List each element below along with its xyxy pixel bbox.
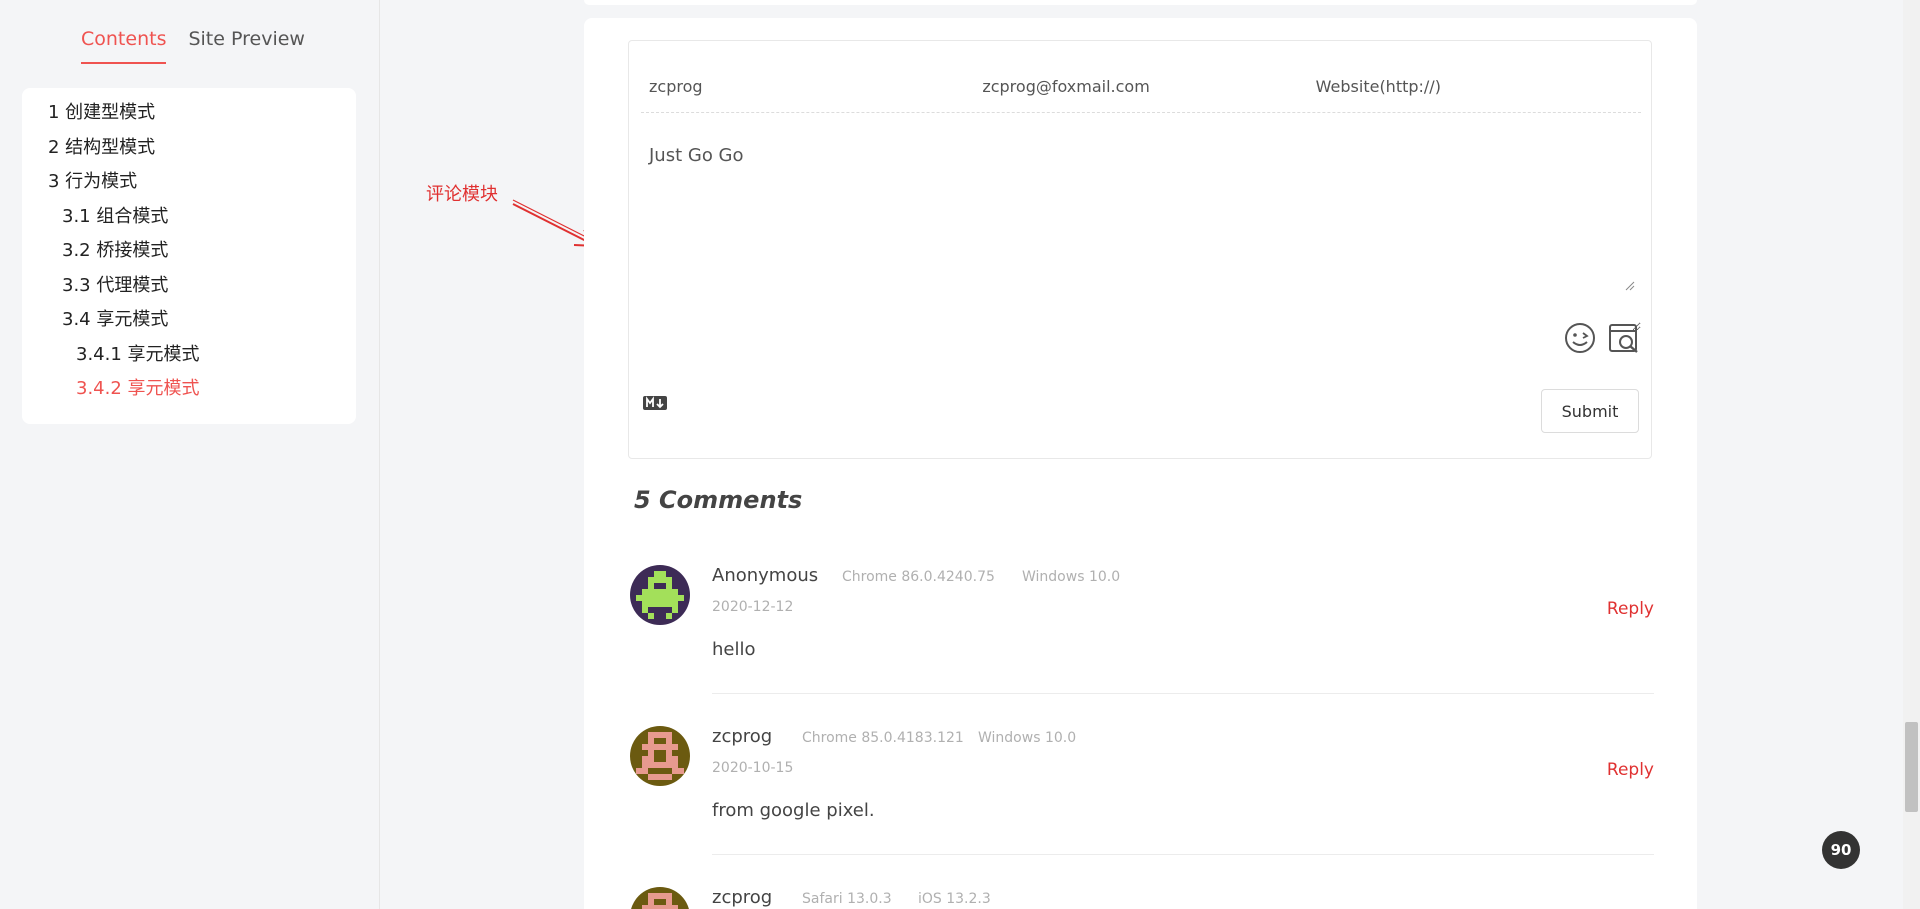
toc-item[interactable]: 3.4.1 享元模式 (22, 338, 356, 373)
comment-content: hello (712, 639, 756, 660)
form-inputs-row (641, 61, 1641, 113)
comment-date: 2020-12-12 (712, 599, 794, 615)
comment-os: Windows 10.0 (978, 730, 1077, 746)
comment-nick: zcprog (712, 887, 773, 908)
comment-browser: Safari 13.0.3 (802, 891, 892, 907)
comment-textarea[interactable]: Just Go Go (641, 131, 1641, 331)
annotation-label: 评论模块 (426, 184, 498, 205)
tab-site-preview[interactable]: Site Preview (188, 28, 304, 64)
comment-item: zcprog Safari 13.0.3 iOS 13.2.3 (630, 887, 1654, 909)
preview-icon[interactable] (1607, 321, 1641, 355)
post-card-bottom (584, 0, 1697, 5)
email-input[interactable] (974, 61, 1308, 112)
comment-item: zcprog Chrome 85.0.4183.121 Windows 10.0… (630, 726, 1654, 856)
tab-contents[interactable]: Contents (81, 28, 167, 64)
sidebar-tabs: Contents Site Preview (81, 28, 327, 64)
emoji-icon[interactable] (1563, 321, 1597, 355)
comment-browser: Chrome 86.0.4240.75 (842, 569, 995, 585)
comment-date: 2020-10-15 (712, 760, 794, 776)
toc-list: 1 创建型模式 2 结构型模式 3 行为模式 3.1 组合模式 3.2 桥接模式… (22, 88, 356, 424)
comment-item: Anonymous Chrome 86.0.4240.75 Windows 10… (630, 565, 1654, 695)
reply-link[interactable]: Reply (1607, 599, 1654, 619)
markdown-icon[interactable] (643, 395, 667, 411)
avatar (630, 565, 690, 625)
toc-item[interactable]: 1 创建型模式 (22, 96, 356, 131)
toc-item[interactable]: 3.4 享元模式 (22, 303, 356, 338)
toc-item[interactable]: 2 结构型模式 (22, 131, 356, 166)
sidebar: Contents Site Preview 1 创建型模式 2 结构型模式 3 … (0, 0, 380, 909)
resize-handle-icon[interactable] (1625, 281, 1635, 291)
avatar (630, 726, 690, 786)
toc-item[interactable]: 3.2 桥接模式 (22, 234, 356, 269)
website-input[interactable] (1307, 61, 1641, 112)
toc-item[interactable]: 3 行为模式 (22, 165, 356, 200)
reply-link[interactable]: Reply (1607, 760, 1654, 780)
avatar (630, 887, 690, 909)
scrollbar-thumb[interactable] (1905, 722, 1918, 812)
comment-form: Just Go Go Submit (628, 40, 1652, 459)
toc-item[interactable]: 3.1 组合模式 (22, 200, 356, 235)
toc-item-active[interactable]: 3.4.2 享元模式 (22, 372, 356, 407)
submit-button[interactable]: Submit (1541, 389, 1639, 433)
comment-browser: Chrome 85.0.4183.121 (802, 730, 964, 746)
comment-os: Windows 10.0 (1022, 569, 1121, 585)
comment-os: iOS 13.2.3 (918, 891, 991, 907)
reading-progress-badge[interactable]: 90 (1822, 831, 1860, 869)
comment-divider (712, 854, 1654, 855)
comment-nick: zcprog (712, 726, 773, 747)
comment-content: from google pixel. (712, 800, 875, 821)
comment-divider (712, 693, 1654, 694)
toc-item[interactable]: 3.3 代理模式 (22, 269, 356, 304)
comments-count: 5 Comments (634, 486, 803, 514)
comment-nick: Anonymous (712, 565, 819, 586)
nick-input[interactable] (641, 61, 975, 112)
